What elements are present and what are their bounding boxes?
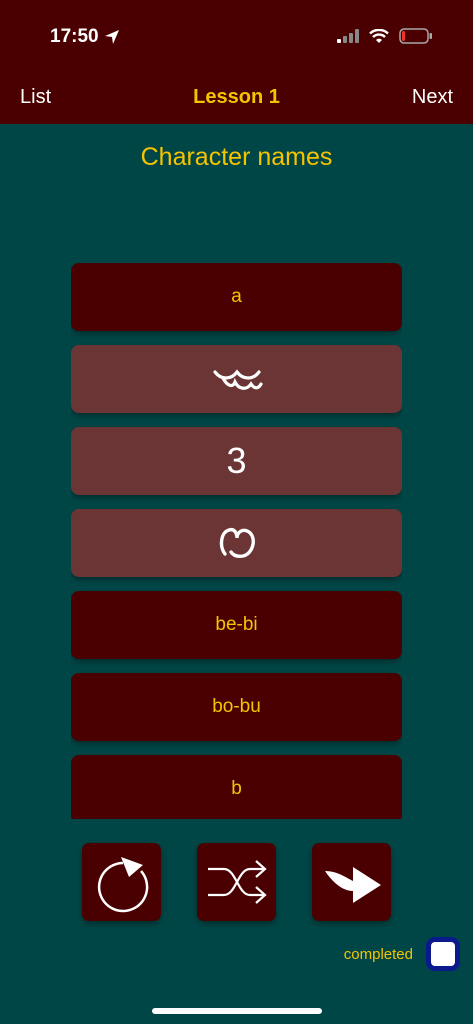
completed-label: completed: [343, 946, 413, 963]
top-bar: 17:50 List Lesson 1 Next: [0, 0, 473, 124]
card-glyph-1[interactable]: [71, 345, 402, 413]
card-be-bi[interactable]: be-bi: [71, 591, 402, 659]
card-glyph-3[interactable]: [71, 509, 402, 577]
status-time-text: 17:50: [50, 26, 99, 47]
card-a[interactable]: a: [71, 263, 402, 331]
forward-arrow-icon: [324, 867, 381, 903]
forward-button[interactable]: [312, 843, 391, 921]
lesson-title: Lesson 1: [193, 86, 280, 108]
card-label: 3: [226, 440, 247, 481]
card-label: a: [231, 286, 242, 307]
wifi-icon: [369, 28, 389, 43]
restart-icon: [97, 857, 148, 913]
card-3[interactable]: 3: [71, 427, 402, 495]
card-bo-bu[interactable]: bo-bu: [71, 673, 402, 741]
character-card-list[interactable]: a 3 be-bi bo-bu b: [71, 263, 402, 819]
page-heading: Character names: [140, 143, 333, 171]
card-label: be-bi: [215, 614, 258, 635]
character-glyph-1: [212, 369, 263, 390]
restart-button[interactable]: [82, 843, 161, 921]
status-time: 17:50: [50, 26, 121, 48]
card-b[interactable]: b: [71, 755, 402, 819]
location-arrow-icon: [104, 30, 119, 44]
next-button[interactable]: Next: [412, 86, 453, 109]
character-glyph-3: [219, 527, 255, 558]
home-indicator[interactable]: [152, 1008, 322, 1014]
card-label: b: [231, 778, 242, 799]
shuffle-button[interactable]: [197, 843, 276, 921]
card-label: bo-bu: [212, 696, 261, 717]
control-bar: [82, 843, 392, 921]
status-indicators: [337, 28, 433, 44]
shuffle-icon: [207, 860, 267, 904]
signal-icon: [337, 29, 359, 43]
completed-checkbox[interactable]: [426, 937, 460, 971]
battery-icon: [399, 28, 432, 44]
